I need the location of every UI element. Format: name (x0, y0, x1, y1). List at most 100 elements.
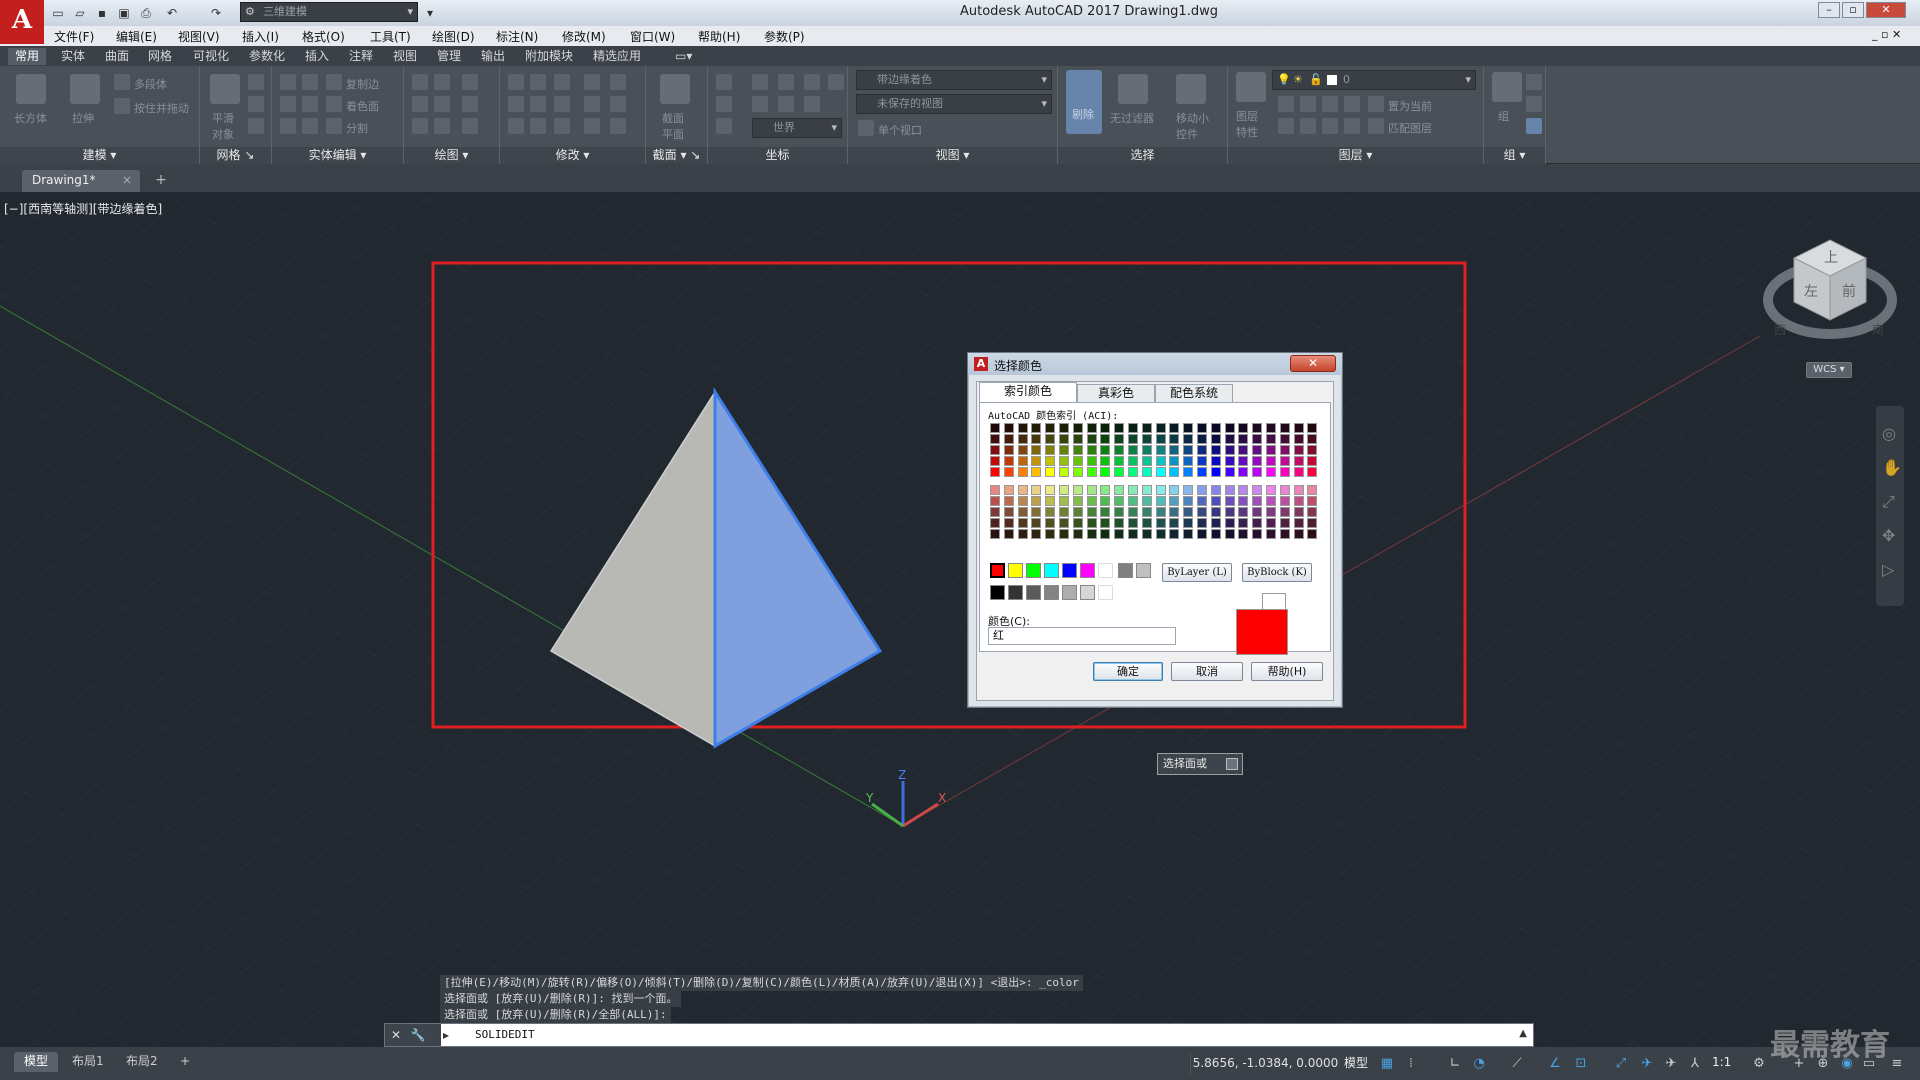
polysolid-icon[interactable] (114, 74, 130, 90)
aci-color-cell[interactable] (1238, 507, 1249, 517)
undo-icon[interactable]: ↶ (162, 3, 182, 23)
mesh-tool-icon[interactable] (248, 96, 264, 112)
aci-color-cell[interactable] (1059, 518, 1069, 528)
set-current-label[interactable]: 置为当前 (1388, 98, 1432, 114)
aci-color-cell[interactable] (1252, 445, 1263, 455)
aci-color-cell[interactable] (1114, 529, 1125, 539)
aci-color-cell[interactable] (990, 485, 1000, 495)
aci-color-cell[interactable] (1059, 423, 1069, 433)
aci-color-cell[interactable] (1017, 485, 1028, 495)
color-gray-8[interactable] (1118, 563, 1133, 578)
tab-parametric[interactable]: 参数化 (242, 48, 292, 65)
aci-color-cell[interactable] (1224, 496, 1235, 506)
polyline-icon[interactable] (434, 74, 450, 90)
aci-color-cell[interactable] (1031, 445, 1042, 455)
aci-color-cell[interactable] (1224, 485, 1235, 495)
aci-color-cell[interactable] (1072, 423, 1083, 433)
aci-color-cell[interactable] (1031, 485, 1042, 495)
zoom-icon[interactable]: ⤢ (1882, 492, 1895, 512)
menu-file[interactable]: 文件(F) (54, 28, 94, 45)
polygon-icon[interactable] (412, 118, 428, 134)
aci-color-cell[interactable] (1003, 529, 1014, 539)
panel-title-coordinates[interactable]: 坐标 (708, 147, 847, 164)
aci-color-cell[interactable] (1307, 529, 1318, 539)
aci-color-cell[interactable] (1086, 529, 1097, 539)
aci-color-cell[interactable] (1252, 529, 1263, 539)
aci-color-cell[interactable] (1293, 496, 1304, 506)
menu-view[interactable]: 视图(V) (178, 28, 220, 45)
bylayer-button[interactable]: ByLayer (L) (1162, 563, 1232, 582)
aci-color-cell[interactable] (1155, 434, 1166, 444)
aci-color-cell[interactable] (1279, 529, 1290, 539)
tab-visualize[interactable]: 可视化 (186, 48, 236, 65)
new-file-icon[interactable]: ▭ (48, 3, 68, 23)
menu-window[interactable]: 窗口(W) (630, 28, 675, 45)
aci-color-cell[interactable] (990, 496, 1000, 506)
tab-output[interactable]: 输出 (474, 48, 512, 65)
aci-color-cell[interactable] (1252, 496, 1263, 506)
app-logo[interactable]: A (0, 0, 44, 44)
print-icon[interactable]: ⎙ (136, 3, 156, 23)
aci-color-cell[interactable] (1141, 456, 1152, 466)
aci-color-cell[interactable] (1307, 445, 1318, 455)
move-icon[interactable] (508, 74, 524, 90)
aci-color-cell[interactable] (1279, 467, 1290, 477)
aci-color-cell[interactable] (1031, 456, 1042, 466)
aci-color-cell[interactable] (1072, 507, 1083, 517)
aci-color-cell[interactable] (1128, 507, 1138, 517)
aci-color-cell[interactable] (1003, 507, 1014, 517)
aci-color-cell[interactable] (1017, 529, 1028, 539)
aci-color-cell[interactable] (1266, 467, 1276, 477)
annotation-scale[interactable]: 1:1 (1712, 1055, 1731, 1069)
save-as-icon[interactable]: ▣ (114, 3, 134, 23)
mdi-controls[interactable]: _ ▫ ✕ (1872, 28, 1901, 41)
aci-color-cell[interactable] (1169, 529, 1180, 539)
gray-shade[interactable] (1098, 585, 1113, 600)
ucs-z-icon[interactable] (804, 74, 820, 90)
color-face-icon[interactable] (326, 96, 342, 112)
aci-color-cell[interactable] (1183, 507, 1194, 517)
color-cyan[interactable] (1044, 563, 1059, 578)
ungroup-icon[interactable] (1526, 74, 1542, 90)
aci-color-cell[interactable] (1072, 518, 1083, 528)
edit-icon[interactable] (302, 118, 318, 134)
aci-color-cell[interactable] (1238, 434, 1249, 444)
aci-color-cell[interactable] (1266, 529, 1276, 539)
help-button[interactable]: 帮助(H) (1251, 662, 1323, 681)
aci-color-cell[interactable] (1045, 507, 1056, 517)
rotate-icon[interactable] (530, 74, 546, 90)
menu-dimension[interactable]: 标注(N) (496, 28, 538, 45)
panel-title-modify[interactable]: 修改 ▾ (500, 147, 645, 164)
coordinate-readout[interactable]: 5.8656, -1.0384, 0.0000 (1190, 1054, 1340, 1074)
aci-color-cell[interactable] (1279, 456, 1290, 466)
aci-color-cell[interactable] (1141, 485, 1152, 495)
pan-icon[interactable]: ✋ (1882, 458, 1902, 477)
tab-addins[interactable]: 附加模块 (518, 48, 580, 65)
aci-color-cell[interactable] (1293, 434, 1304, 444)
aci-color-cell[interactable] (1252, 518, 1263, 528)
close-window-button[interactable]: ✕ (1866, 2, 1906, 18)
aci-color-cell[interactable] (1114, 507, 1125, 517)
aci-color-cell[interactable] (1114, 423, 1125, 433)
aci-color-cell[interactable] (1128, 467, 1138, 477)
aci-color-cell[interactable] (990, 456, 1000, 466)
aci-color-cell[interactable] (1183, 445, 1194, 455)
tooltip-options-icon[interactable] (1226, 758, 1238, 770)
menu-draw[interactable]: 绘图(D) (432, 28, 475, 45)
layer-tool-icon[interactable] (1300, 118, 1316, 134)
ucs-face-icon[interactable] (778, 96, 794, 112)
auto-scale-icon[interactable]: ✈ (1664, 1057, 1678, 1071)
trim-icon[interactable] (610, 74, 626, 90)
aci-color-cell[interactable] (1252, 485, 1263, 495)
annotation-visibility-icon[interactable]: ✈ (1640, 1057, 1654, 1071)
fillet-icon[interactable] (508, 96, 524, 112)
aci-color-cell[interactable] (1128, 434, 1138, 444)
line-icon[interactable] (412, 74, 428, 90)
layer-tool-icon[interactable] (1344, 118, 1360, 134)
panel-title-groups[interactable]: 组 ▾ (1484, 147, 1545, 164)
aci-color-cell[interactable] (1003, 496, 1014, 506)
aci-color-cell[interactable] (1210, 423, 1221, 433)
aci-color-cell[interactable] (1307, 518, 1318, 528)
edit-icon[interactable] (302, 74, 318, 90)
aci-color-cell[interactable] (1128, 445, 1138, 455)
